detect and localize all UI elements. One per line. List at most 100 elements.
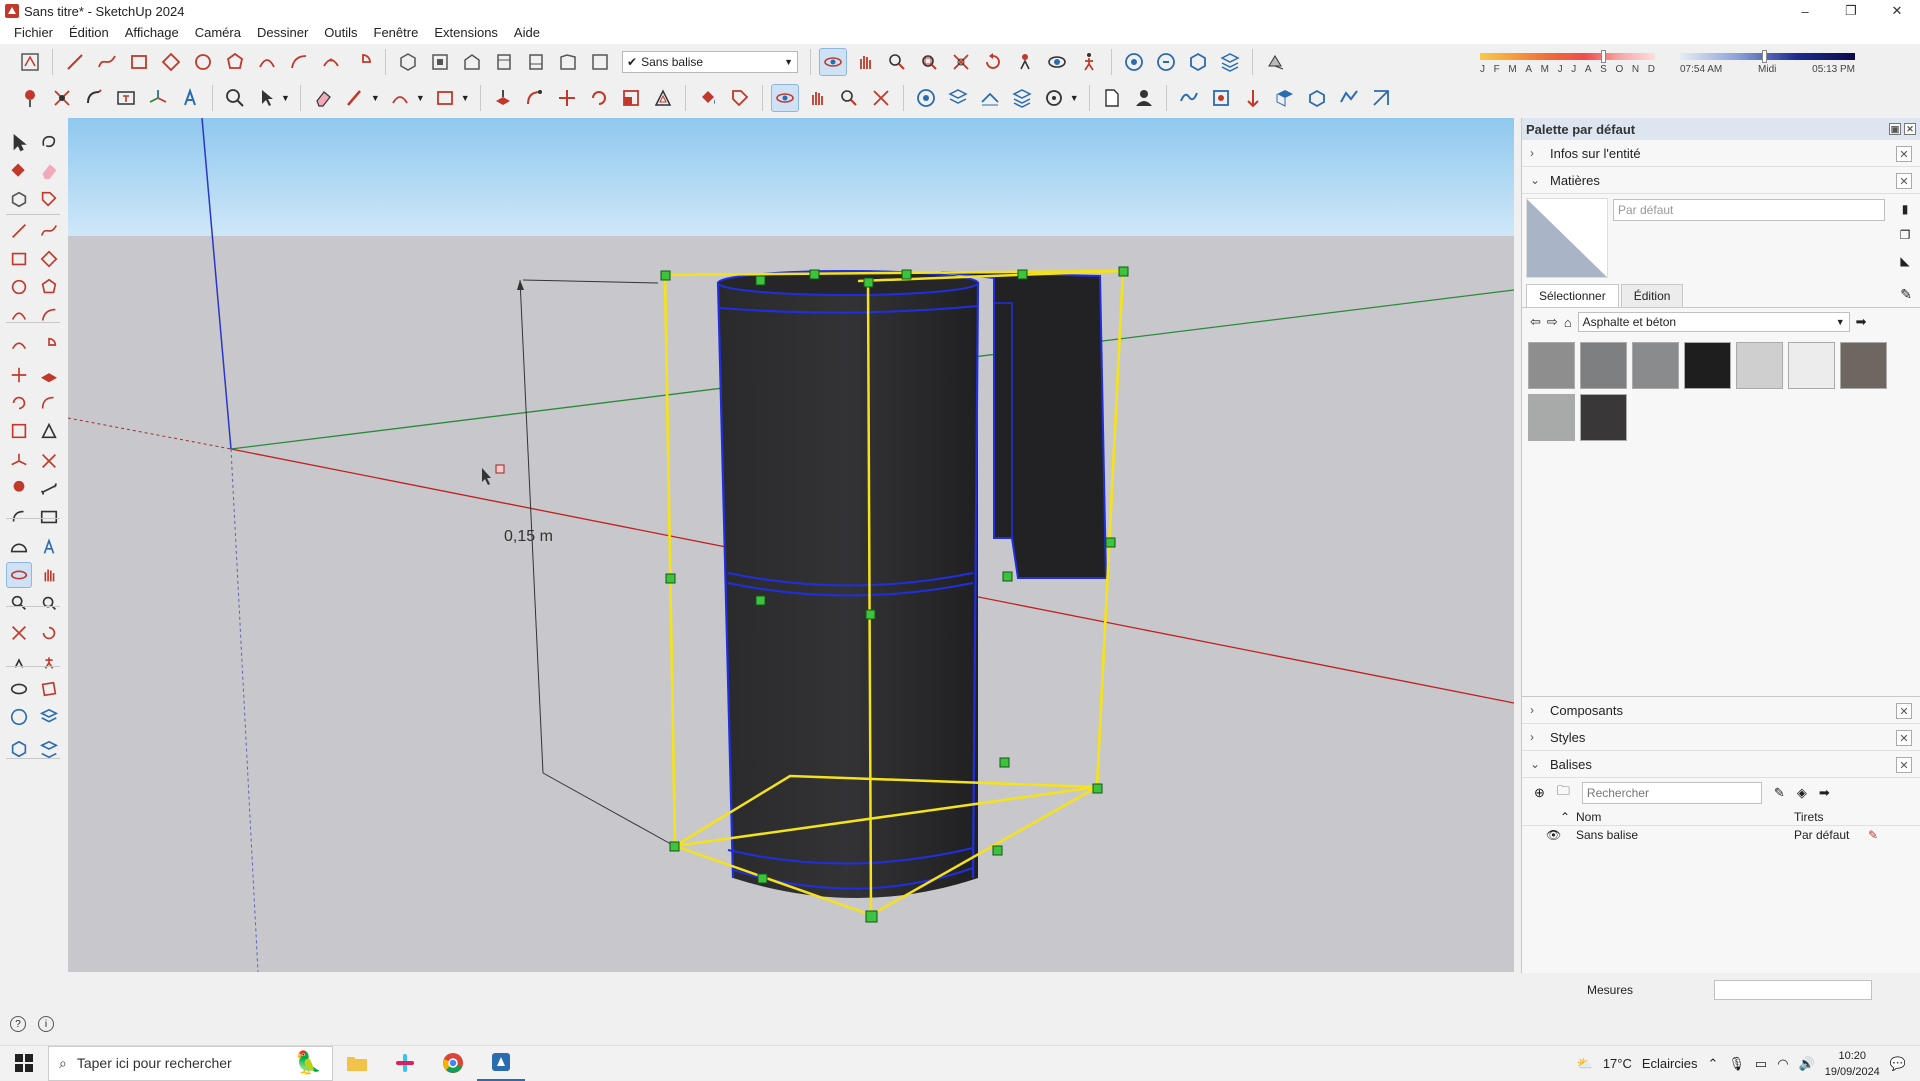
color-by-tag-icon[interactable]: ◈ bbox=[1797, 785, 1807, 801]
menu-extensions[interactable]: Extensions bbox=[426, 22, 506, 44]
styles-icon[interactable] bbox=[1040, 84, 1068, 112]
menu-outils[interactable]: Outils bbox=[316, 22, 365, 44]
default-material-icon[interactable]: ◣ bbox=[1896, 252, 1914, 270]
material-name-field[interactable]: Par défaut bbox=[1613, 199, 1885, 221]
protractor-icon[interactable] bbox=[6, 534, 32, 560]
close-icon[interactable]: ✕ bbox=[1896, 757, 1912, 773]
chevron-down-icon[interactable]: ▼ bbox=[416, 93, 425, 103]
paint-bucket-icon[interactable] bbox=[6, 158, 32, 184]
3d-text-icon[interactable] bbox=[36, 534, 62, 560]
sandbox-grid-icon[interactable] bbox=[1271, 84, 1299, 112]
iso-view-icon[interactable] bbox=[394, 48, 422, 76]
home-icon[interactable]: ⌂ bbox=[1564, 315, 1572, 330]
make-component-icon[interactable] bbox=[6, 186, 32, 212]
display-secondary-icon[interactable]: ▮ bbox=[1896, 200, 1914, 218]
zoom-tool-icon[interactable] bbox=[6, 590, 32, 616]
tag-dropdown[interactable]: ✔ Sans balise ▼ bbox=[622, 51, 798, 73]
warehouse-icon[interactable] bbox=[912, 84, 940, 112]
eye-icon[interactable]: 👁 bbox=[1546, 828, 1561, 842]
date-slider-thumb[interactable] bbox=[1600, 50, 1606, 63]
search-icon[interactable] bbox=[221, 84, 249, 112]
measurements-input[interactable] bbox=[1714, 980, 1872, 1000]
menu-fichier[interactable]: Fichier bbox=[6, 22, 61, 44]
offset-tool-icon[interactable] bbox=[36, 418, 62, 444]
material-swatch[interactable] bbox=[1632, 342, 1679, 389]
close-icon[interactable]: ✕ bbox=[1896, 703, 1912, 719]
get-started-icon[interactable] bbox=[16, 48, 44, 76]
tag-tool-icon[interactable] bbox=[726, 84, 754, 112]
two-point-arc-icon[interactable] bbox=[285, 48, 313, 76]
add-folder-icon[interactable]: 🗀 bbox=[1557, 782, 1570, 804]
sandbox-add-detail-icon[interactable] bbox=[1367, 84, 1395, 112]
menu-edition[interactable]: Édition bbox=[61, 22, 117, 44]
battery-icon[interactable]: ▭ bbox=[1755, 1056, 1767, 1072]
tag-dashes[interactable]: Par défaut bbox=[1794, 828, 1849, 842]
section-plane-icon[interactable] bbox=[36, 676, 62, 702]
menu-dessiner[interactable]: Dessiner bbox=[249, 22, 316, 44]
zoom-extents-icon[interactable] bbox=[867, 84, 895, 112]
walk-tool-icon[interactable] bbox=[36, 648, 62, 674]
solid-tools-icon[interactable] bbox=[48, 84, 76, 112]
info-icon[interactable]: i bbox=[38, 1016, 54, 1032]
zoom-window-icon[interactable] bbox=[36, 590, 62, 616]
offset-tool-icon[interactable] bbox=[649, 84, 677, 112]
menu-camera[interactable]: Caméra bbox=[187, 22, 249, 44]
sandbox-flip-icon[interactable] bbox=[1335, 84, 1363, 112]
chevron-down-icon[interactable]: ▼ bbox=[371, 93, 380, 103]
notifications-icon[interactable]: 💬 bbox=[1890, 1056, 1906, 1072]
left-view-icon[interactable] bbox=[554, 48, 582, 76]
file-explorer-icon[interactable] bbox=[333, 1046, 381, 1081]
eyedropper-icon[interactable]: ✎ bbox=[1900, 286, 1912, 303]
close-icon[interactable]: ✕ bbox=[1896, 146, 1912, 162]
volume-icon[interactable]: 🔊 bbox=[1799, 1056, 1815, 1072]
microphone-icon[interactable]: 🎙 bbox=[1728, 1056, 1745, 1072]
weather-temp[interactable]: 17°C bbox=[1603, 1056, 1632, 1071]
slack-icon[interactable] bbox=[381, 1046, 429, 1081]
time-slider[interactable] bbox=[1680, 53, 1855, 60]
zoom-window-icon[interactable] bbox=[915, 48, 943, 76]
sandbox-icon[interactable] bbox=[976, 84, 1004, 112]
circle-tool-icon[interactable] bbox=[189, 48, 217, 76]
shadow-toggle-icon[interactable] bbox=[1261, 48, 1289, 76]
sandbox-smoove-icon[interactable] bbox=[1175, 84, 1203, 112]
table-row[interactable]: 👁 Sans balise Par défaut ✎ bbox=[1522, 826, 1920, 844]
3d-scene[interactable] bbox=[68, 118, 1514, 972]
menu-affichage[interactable]: Affichage bbox=[117, 22, 187, 44]
tab-select[interactable]: Sélectionner bbox=[1526, 284, 1619, 307]
back-arrow-icon[interactable]: ⇦ bbox=[1530, 314, 1541, 330]
pie-tool-icon[interactable] bbox=[36, 332, 62, 358]
arc-tool-icon[interactable] bbox=[6, 302, 32, 328]
front-view-icon[interactable] bbox=[458, 48, 486, 76]
weather-desc[interactable]: Eclaircies bbox=[1642, 1056, 1698, 1071]
current-material-swatch[interactable] bbox=[1526, 198, 1608, 278]
time-slider-thumb[interactable] bbox=[1762, 50, 1767, 63]
close-icon[interactable]: ✕ bbox=[1896, 730, 1912, 746]
place-pin-icon[interactable] bbox=[16, 84, 44, 112]
sandbox-drape-icon[interactable] bbox=[1239, 84, 1267, 112]
zoom-extents-icon[interactable] bbox=[6, 620, 32, 646]
new-file-icon[interactable] bbox=[1098, 84, 1126, 112]
rotated-rectangle-icon[interactable] bbox=[157, 48, 185, 76]
chevron-up-icon[interactable]: ⌃ bbox=[1708, 1056, 1719, 1072]
panel-tags[interactable]: ⌄ Balises ✕ bbox=[1522, 751, 1920, 778]
circle-tool-icon[interactable] bbox=[6, 274, 32, 300]
panel-styles[interactable]: › Styles ✕ bbox=[1522, 724, 1920, 751]
two-point-arc-icon[interactable] bbox=[36, 302, 62, 328]
tag-tool-icon[interactable]: ✎ bbox=[1774, 785, 1785, 801]
shape-dropdown-icon[interactable] bbox=[431, 84, 459, 112]
warehouse-icon[interactable] bbox=[6, 704, 32, 730]
material-swatch[interactable] bbox=[1840, 342, 1887, 389]
modeling-viewport[interactable]: 0,15 m bbox=[68, 118, 1514, 972]
chrome-icon[interactable] bbox=[429, 1046, 477, 1081]
share-model-icon[interactable] bbox=[1152, 48, 1180, 76]
material-swatch[interactable] bbox=[1788, 342, 1835, 389]
push-pull-icon[interactable] bbox=[489, 84, 517, 112]
text-tool-icon[interactable] bbox=[36, 504, 62, 530]
tag-search-input[interactable] bbox=[1581, 782, 1762, 804]
layers-icon[interactable] bbox=[36, 704, 62, 730]
layers-icon[interactable] bbox=[1216, 48, 1244, 76]
pan-tool-icon[interactable] bbox=[803, 84, 831, 112]
walk-tool-icon[interactable] bbox=[1075, 48, 1103, 76]
sketchup-taskbar-icon[interactable] bbox=[477, 1046, 525, 1081]
material-library-dropdown[interactable]: Asphalte et béton ▼ bbox=[1577, 312, 1850, 332]
